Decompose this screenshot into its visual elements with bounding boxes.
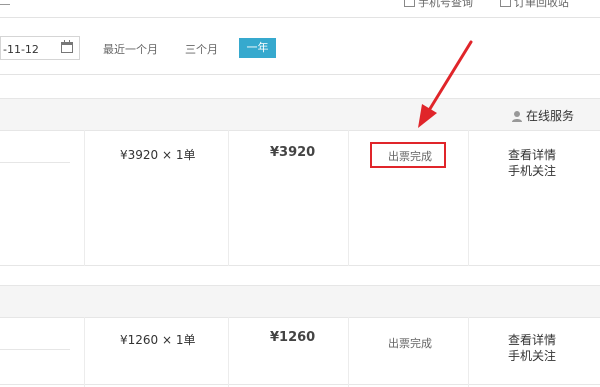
range-last-month[interactable]: 最近一个月 xyxy=(103,41,158,57)
top-bar: 手机号查询 订单回收站 xyxy=(0,0,600,18)
column-divider xyxy=(84,130,85,266)
online-service-label: 在线服务 xyxy=(525,109,574,123)
phone-icon xyxy=(404,0,415,7)
order-total: ¥1260 xyxy=(270,330,316,345)
view-details-link[interactable]: 查看详情 xyxy=(508,332,556,348)
calendar-icon[interactable] xyxy=(61,40,73,53)
mobile-follow-link[interactable]: 手机关注 xyxy=(508,348,556,364)
range-one-year-button[interactable]: 一年 xyxy=(239,38,276,58)
end-date-value: -11-12 xyxy=(3,43,39,56)
end-date-input[interactable]: -11-12 xyxy=(0,36,80,60)
order-card: ¥1260 × 1单 ¥1260 出票完成 查看详情 手机关注 xyxy=(0,285,600,387)
column-divider xyxy=(228,130,229,266)
order-status: 出票完成 xyxy=(388,150,432,163)
column-divider xyxy=(468,317,469,387)
row-divider xyxy=(0,162,70,163)
unit-price: ¥3920 × 1单 xyxy=(120,148,196,162)
column-divider xyxy=(348,317,349,387)
mobile-follow-link[interactable]: 手机关注 xyxy=(508,163,556,179)
column-divider xyxy=(468,130,469,266)
column-divider xyxy=(84,317,85,387)
customer-service-icon xyxy=(511,111,522,122)
unit-price: ¥1260 × 1单 xyxy=(120,333,196,347)
view-details-link[interactable]: 查看详情 xyxy=(508,147,556,163)
order-actions: 查看详情 手机关注 xyxy=(508,332,556,364)
order-card-header: 在线服务 xyxy=(0,99,600,131)
online-service-link[interactable]: 在线服务 xyxy=(511,107,574,124)
row-divider xyxy=(0,349,70,350)
phone-query-link[interactable]: 手机号查询 xyxy=(404,0,473,10)
order-card: 在线服务 ¥3920 × 1单 ¥3920 出票完成 查看详情 手机关注 xyxy=(0,98,600,266)
top-divider xyxy=(0,4,10,5)
filter-bar xyxy=(0,17,600,75)
order-actions: 查看详情 手机关注 xyxy=(508,147,556,179)
trash-icon xyxy=(500,0,511,7)
phone-query-label: 手机号查询 xyxy=(418,0,473,9)
order-total: ¥3920 xyxy=(270,145,316,160)
column-divider xyxy=(228,317,229,387)
column-divider xyxy=(348,130,349,266)
order-recycle-link[interactable]: 订单回收站 xyxy=(500,0,569,10)
order-recycle-label: 订单回收站 xyxy=(514,0,569,9)
order-card-header xyxy=(0,286,600,318)
range-three-months[interactable]: 三个月 xyxy=(185,41,218,57)
order-status: 出票完成 xyxy=(388,337,432,350)
